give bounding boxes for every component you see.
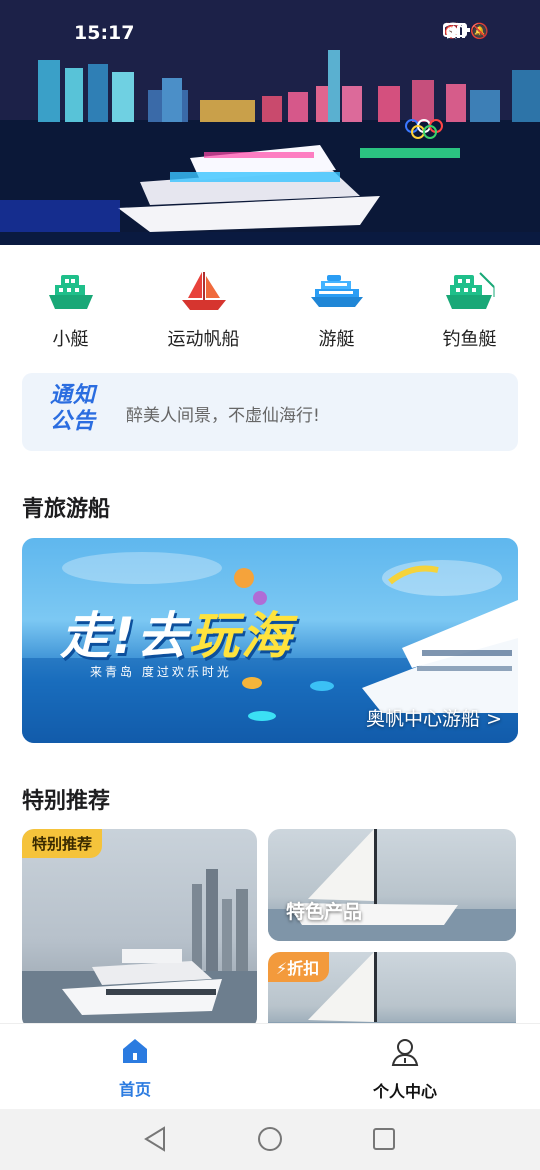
small-boat-icon xyxy=(11,267,131,315)
bottom-tab-bar: 首页 个人中心 xyxy=(0,1023,540,1109)
category-fishing-boat[interactable]: 钓鱼艇 xyxy=(410,267,530,357)
banner-caption-link[interactable]: 奥帆中心游船 > xyxy=(366,704,502,731)
section-title-tour-boats: 青旅游船 xyxy=(22,497,111,522)
recommend-badge: 特别推荐 xyxy=(22,829,103,858)
recommend-card-featured[interactable]: 特别推荐 xyxy=(22,829,257,1029)
banner-headline-b: 玩 xyxy=(188,607,241,665)
category-label: 钓鱼艇 xyxy=(442,329,497,350)
recents-icon[interactable] xyxy=(373,1128,395,1150)
category-sailboat[interactable]: 运动帆船 xyxy=(144,267,264,357)
status-bar: 15:17 ⏰ 🔕 xyxy=(0,0,540,64)
sailboat-photo xyxy=(268,829,516,941)
status-time: 15:17 xyxy=(74,22,135,44)
banner-headline-c: 海 xyxy=(240,607,293,665)
banner-subtitle: 来青岛 度过欢乐时光 xyxy=(90,665,232,679)
sailboat-icon xyxy=(144,267,264,315)
main-content: 小艇 运动帆船 游艇 钓鱼艇 通知 公告 醉美人间景，不虚仙海行! 青旅游船 走… xyxy=(0,245,540,1042)
tour-boat-banner[interactable]: 走!去玩海 来青岛 度过欢乐时光 奥帆中心游船 > xyxy=(22,538,518,743)
recommend-card-special-product[interactable]: 特色产品 xyxy=(268,829,516,941)
category-label: 游艇 xyxy=(318,329,355,350)
banner-headline: 走!去玩海 xyxy=(60,596,293,668)
notice-text: 醉美人间景，不虚仙海行! xyxy=(126,406,320,426)
category-label: 小艇 xyxy=(52,329,89,350)
notice-tag-line2: 公告 xyxy=(50,409,97,434)
system-nav-bar xyxy=(0,1109,540,1170)
tab-profile-label: 个人中心 xyxy=(372,1082,437,1101)
fishing-boat-icon xyxy=(410,267,530,315)
banner-headline-a: 走!去 xyxy=(60,607,189,665)
home-icon xyxy=(75,1036,195,1070)
tab-profile[interactable]: 个人中心 xyxy=(345,1036,465,1102)
category-small-boat[interactable]: 小艇 xyxy=(11,267,131,357)
yacht-harbor-photo xyxy=(22,869,257,1029)
notice-tag: 通知 公告 xyxy=(50,383,110,435)
special-product-label: 特色产品 xyxy=(286,901,363,923)
user-icon xyxy=(345,1036,465,1072)
back-icon[interactable] xyxy=(144,1126,165,1152)
discount-badge: ⚡折扣 xyxy=(268,952,330,982)
yacht-icon xyxy=(277,267,397,315)
category-label: 运动帆船 xyxy=(167,329,240,350)
tab-home[interactable]: 首页 xyxy=(75,1036,195,1100)
hero-banner-image[interactable]: 15:17 ⏰ 🔕 xyxy=(0,0,540,245)
notice-bar[interactable]: 通知 公告 醉美人间景，不虚仙海行! xyxy=(22,373,518,451)
notice-tag-line1: 通知 xyxy=(50,383,97,408)
section-title-recommend: 特别推荐 xyxy=(22,789,111,814)
category-row: 小艇 运动帆船 游艇 钓鱼艇 xyxy=(0,267,540,357)
mute-icon: 🔕 xyxy=(470,22,489,40)
category-yacht[interactable]: 游艇 xyxy=(277,267,397,357)
home-circle-icon[interactable] xyxy=(258,1127,282,1151)
tab-home-label: 首页 xyxy=(118,1080,151,1099)
